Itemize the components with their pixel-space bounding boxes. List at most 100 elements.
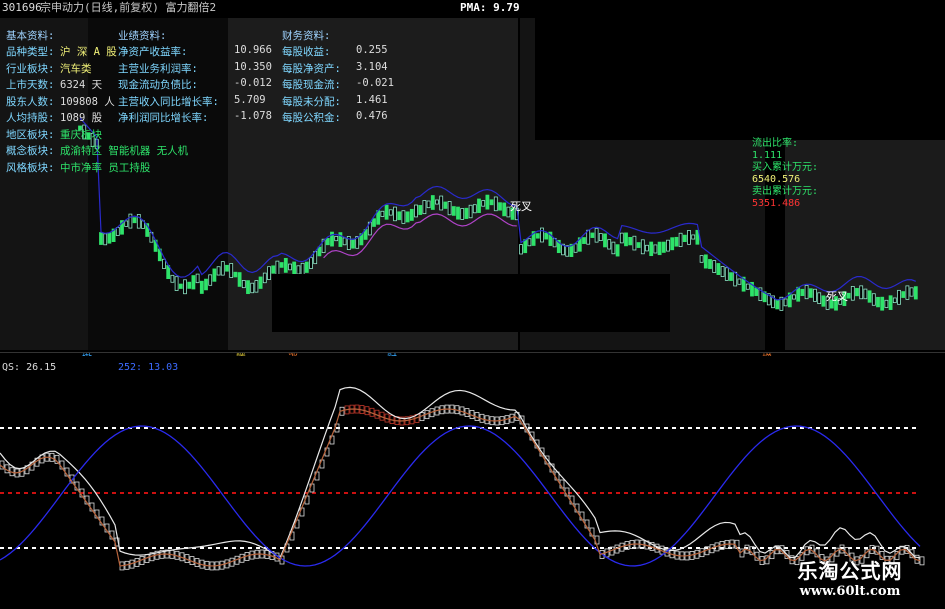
candle xyxy=(271,265,276,274)
perf-info-header: 业绩资料: xyxy=(118,30,167,42)
candle xyxy=(691,234,696,240)
candle xyxy=(401,210,406,224)
candle xyxy=(661,241,666,253)
site-watermark: 乐淘公式网 www.60lt.com xyxy=(760,555,940,605)
flow-legend: 流出比率: 1.111 买入累计万元: 6540.576 卖出累计万元: 535… xyxy=(752,138,818,210)
candle xyxy=(544,232,549,240)
candle xyxy=(393,206,397,222)
candle xyxy=(611,241,616,255)
candle xyxy=(880,296,885,311)
candle xyxy=(737,278,742,285)
perf-label-3: 主营收入同比增长率: xyxy=(118,95,219,108)
candle xyxy=(288,263,292,271)
watermark-title: 乐淘公式网 xyxy=(797,559,903,583)
candle xyxy=(649,241,654,257)
candle xyxy=(229,263,234,278)
candle xyxy=(632,235,637,251)
candle xyxy=(183,279,187,295)
candle xyxy=(418,205,423,215)
buy-value: 6540.576 xyxy=(752,174,801,185)
candle xyxy=(582,237,586,244)
candle xyxy=(498,202,502,211)
sell-label: 卖出累计万元: xyxy=(752,186,819,197)
fin-label-3: 每股未分配: xyxy=(282,95,341,108)
candle xyxy=(208,274,213,286)
candle xyxy=(296,265,301,275)
candle xyxy=(598,233,603,242)
basic-value-7: 中市净率 员工持股 xyxy=(60,161,151,174)
candle xyxy=(233,271,238,278)
panel-divider[interactable] xyxy=(0,352,945,353)
candle xyxy=(279,262,284,268)
candle xyxy=(258,276,263,289)
candle xyxy=(212,268,217,282)
candle xyxy=(884,299,889,308)
candle xyxy=(380,210,385,217)
candle xyxy=(237,272,242,287)
candle xyxy=(325,238,330,246)
indicator-label: QS: 26.15 xyxy=(2,362,57,373)
candle xyxy=(670,237,675,251)
basic-value-0: 沪 深 A 股 xyxy=(60,46,117,58)
candle xyxy=(304,261,309,273)
candle xyxy=(477,198,481,213)
basic-label-4: 人均持股: xyxy=(6,112,55,124)
candle xyxy=(372,218,376,227)
candle xyxy=(267,266,271,280)
candle xyxy=(493,196,498,212)
candle xyxy=(708,259,712,269)
perf-value-2: -0.012 xyxy=(234,77,272,89)
fin-value-4: 0.476 xyxy=(356,110,388,122)
candle xyxy=(204,278,208,291)
candle xyxy=(128,213,133,229)
candle xyxy=(573,243,578,253)
candle xyxy=(535,233,540,239)
basic-value-1: 汽车类 xyxy=(60,62,92,75)
candle xyxy=(132,217,137,224)
candle xyxy=(699,255,704,263)
candle xyxy=(124,220,129,227)
candle xyxy=(384,204,389,220)
candle xyxy=(502,202,507,217)
candle xyxy=(103,233,108,246)
buy-label: 买入累计万元: xyxy=(752,162,819,173)
candle xyxy=(170,274,175,283)
candle xyxy=(859,285,864,300)
candle xyxy=(334,236,339,242)
stock-code: 301696 xyxy=(2,1,42,14)
fin-value-0: 0.255 xyxy=(356,44,388,56)
candle xyxy=(850,286,855,301)
candle xyxy=(414,204,418,218)
candle xyxy=(712,260,717,273)
watermark-url: www.60lt.com xyxy=(799,584,901,599)
candle xyxy=(871,293,876,306)
candle xyxy=(821,295,826,307)
candle xyxy=(653,244,658,254)
perf-value-3: 5.709 xyxy=(234,93,266,106)
candle xyxy=(309,257,313,269)
candle xyxy=(909,287,914,297)
basic-label-7: 风格板块: xyxy=(6,161,55,174)
candle xyxy=(426,200,431,209)
candle xyxy=(191,275,196,290)
basic-value-3: 109808 人 xyxy=(60,95,115,108)
candle xyxy=(754,287,759,296)
candle xyxy=(342,237,347,246)
candle xyxy=(225,264,229,272)
blank-area xyxy=(535,0,945,140)
candle xyxy=(855,288,859,297)
candle xyxy=(645,244,649,252)
candle xyxy=(174,276,179,291)
candle xyxy=(250,282,255,294)
candle xyxy=(275,260,280,276)
candle xyxy=(808,288,813,298)
fin-label-2: 每股现金流: xyxy=(282,79,341,91)
candle xyxy=(481,200,486,207)
basic-label-2: 上市天数: xyxy=(6,79,55,91)
basic-value-5: 重庆板块 xyxy=(60,128,102,141)
perf-label-0: 净资产收益率: xyxy=(118,46,188,58)
basic-label-0: 品种类型: xyxy=(6,46,55,58)
perf-value-4: -1.078 xyxy=(234,110,272,122)
dead-cross-label-2: 死叉 xyxy=(826,290,848,303)
basic-info-header: 基本资料: xyxy=(6,30,55,42)
